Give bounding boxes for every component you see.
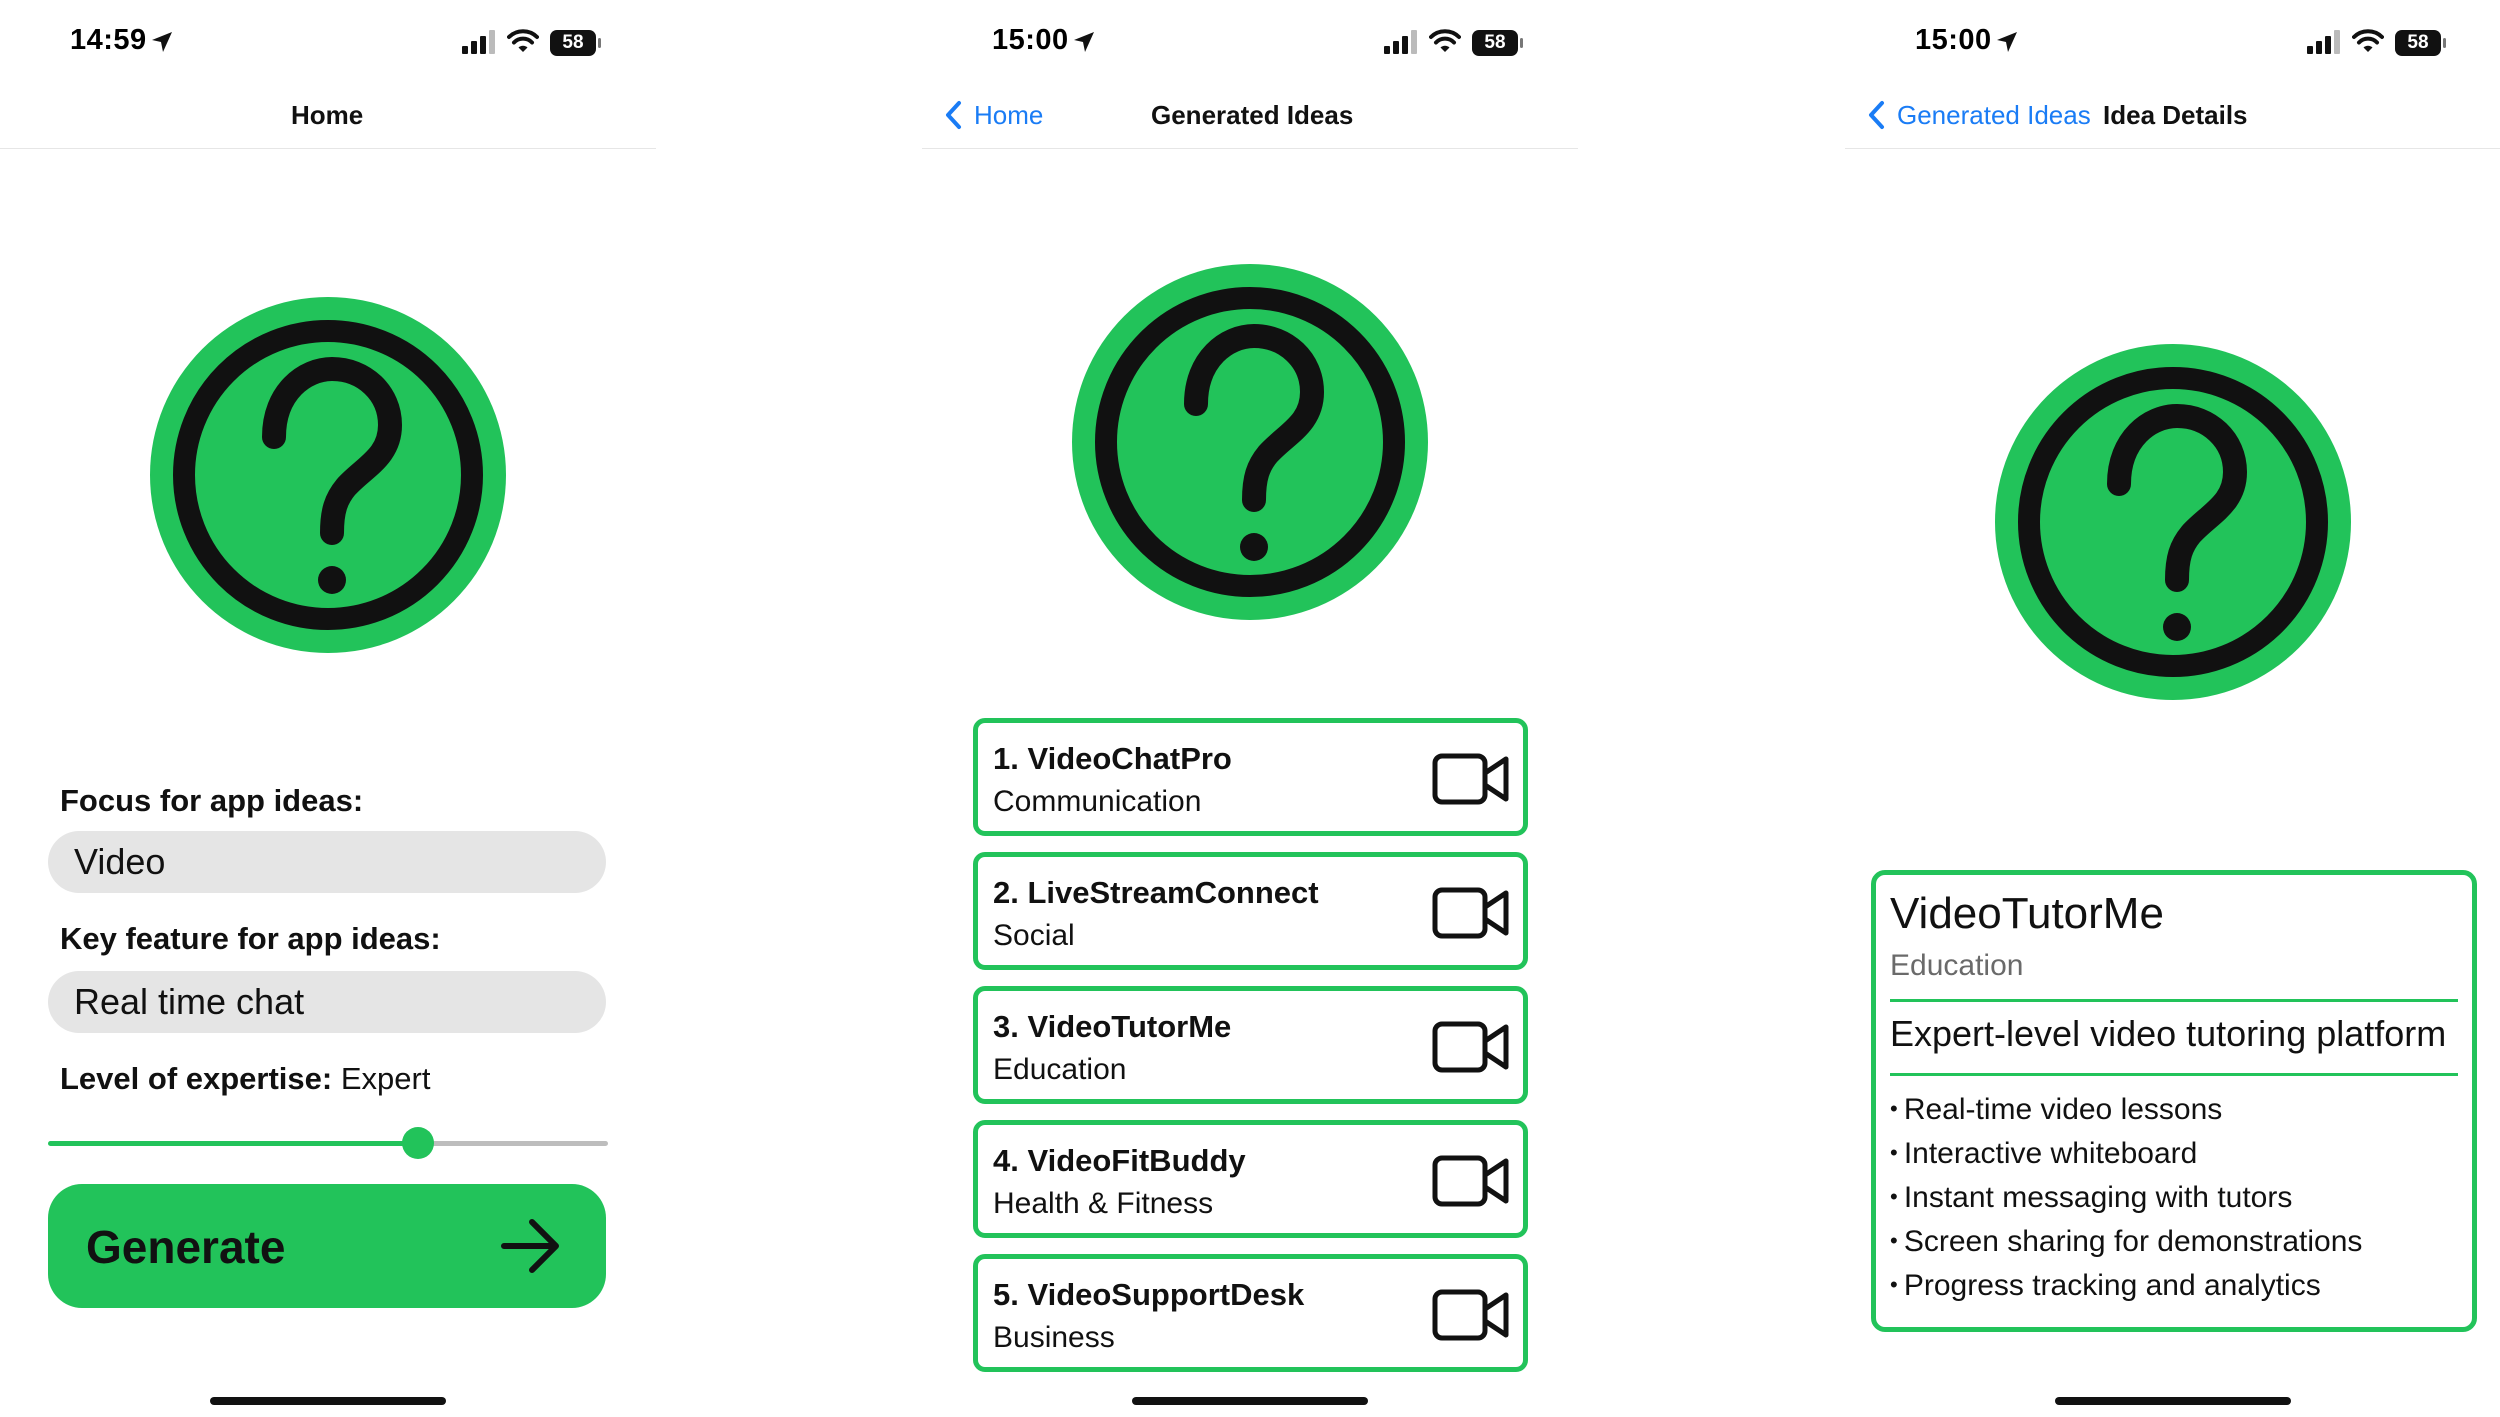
video-camera-icon — [1432, 1155, 1509, 1207]
idea-card-1[interactable]: 1. VideoChatPro Communication — [973, 718, 1528, 836]
focus-label: Focus for app ideas: — [60, 783, 364, 818]
navigation-bar: Generated Ideas Idea Details — [1845, 90, 2500, 149]
battery-tip — [2443, 38, 2446, 48]
feature-item: Instant messaging with tutors — [1890, 1175, 2362, 1219]
focus-input[interactable] — [48, 831, 606, 893]
idea-card-5[interactable]: 5. VideoSupportDesk Business — [973, 1254, 1528, 1372]
idea-title: 5. VideoSupportDesk — [993, 1277, 1305, 1312]
cellular-signal-icon — [2307, 30, 2340, 54]
idea-category: Education — [993, 1053, 1127, 1086]
battery-tip — [1520, 38, 1523, 48]
wifi-icon — [2352, 29, 2384, 52]
battery-indicator: 58 — [2395, 30, 2441, 56]
key-feature-label: Key feature for app ideas: — [60, 921, 441, 956]
divider — [1890, 999, 2458, 1002]
divider — [1890, 1073, 2458, 1076]
feature-item: Progress tracking and analytics — [1890, 1263, 2362, 1307]
feature-list: Real-time video lessons Interactive whit… — [1890, 1087, 2363, 1307]
back-button[interactable]: Generated Ideas — [1897, 100, 2091, 131]
expertise-slider[interactable] — [48, 1126, 608, 1160]
idea-category: Education — [1890, 949, 2024, 982]
question-circle-icon — [1995, 344, 2351, 700]
slider-track-remaining — [418, 1141, 608, 1146]
navigation-bar: Home Generated Ideas — [922, 90, 1578, 149]
idea-title: 4. VideoFitBuddy — [993, 1143, 1246, 1178]
status-bar: 15:00 58 — [922, 0, 1578, 90]
nav-title: Generated Ideas — [1151, 100, 1354, 130]
expertise-value: Expert — [340, 1061, 431, 1096]
wifi-icon — [1429, 29, 1461, 52]
home-indicator[interactable] — [2055, 1397, 2291, 1405]
location-arrow-icon — [1074, 32, 1094, 52]
nav-title: Home — [291, 100, 364, 130]
idea-name: VideoTutorMe — [1890, 889, 2164, 938]
location-arrow-icon — [1997, 32, 2017, 52]
status-time: 15:00 — [992, 24, 1069, 56]
idea-card-2[interactable]: 2. LiveStreamConnect Social — [973, 852, 1528, 970]
expertise-label: Level of expertise: Expert — [60, 1061, 430, 1097]
idea-card-4[interactable]: 4. VideoFitBuddy Health & Fitness — [973, 1120, 1528, 1238]
feature-item: Screen sharing for demonstrations — [1890, 1219, 2363, 1263]
idea-detail-card: VideoTutorMe Education Expert-level vide… — [1871, 870, 2477, 1332]
home-indicator[interactable] — [210, 1397, 446, 1405]
generated-ideas-screen: 15:00 58 Home Generated Ideas 1. VideoCh… — [922, 0, 1578, 1417]
idea-title: 1. VideoChatPro — [993, 741, 1232, 776]
chevron-left-icon[interactable] — [1867, 100, 1885, 130]
back-button[interactable]: Home — [974, 100, 1043, 131]
battery-indicator: 58 — [1472, 30, 1518, 56]
video-camera-icon — [1432, 753, 1509, 805]
idea-title: 3. VideoTutorMe — [993, 1009, 1232, 1044]
idea-details-screen: 15:00 58 Generated Ideas Idea Details Vi… — [1845, 0, 2500, 1417]
idea-tagline: Expert-level video tutoring platform — [1890, 1013, 2447, 1054]
video-camera-icon — [1432, 1289, 1509, 1341]
home-indicator[interactable] — [1132, 1397, 1368, 1405]
navigation-bar: Home — [0, 90, 656, 149]
question-circle-icon — [1072, 264, 1428, 620]
video-camera-icon — [1432, 887, 1509, 939]
idea-category: Social — [993, 919, 1075, 952]
battery-indicator: 58 — [550, 30, 596, 56]
slider-thumb[interactable] — [402, 1127, 434, 1159]
expertise-label-text: Level of expertise: — [60, 1061, 333, 1096]
home-screen: 14:59 58 Home Focus for app ideas: Key f… — [0, 0, 656, 1417]
cellular-signal-icon — [462, 30, 495, 54]
arrow-right-icon — [501, 1219, 559, 1273]
feature-item: Real-time video lessons — [1890, 1087, 2362, 1131]
nav-title: Idea Details — [2103, 100, 2248, 130]
location-arrow-icon — [152, 32, 172, 52]
idea-card-3[interactable]: 3. VideoTutorMe Education — [973, 986, 1528, 1104]
wifi-icon — [507, 29, 539, 52]
generate-label: Generate — [86, 1221, 286, 1273]
idea-category: Business — [993, 1321, 1115, 1354]
idea-category: Health & Fitness — [993, 1187, 1214, 1220]
status-bar: 14:59 58 — [0, 0, 656, 90]
video-camera-icon — [1432, 1021, 1509, 1073]
question-circle-icon — [150, 297, 506, 653]
cellular-signal-icon — [1384, 30, 1417, 54]
status-time: 14:59 — [70, 24, 147, 56]
idea-category: Communication — [993, 785, 1202, 818]
generate-button[interactable]: Generate — [48, 1184, 606, 1308]
idea-title: 2. LiveStreamConnect — [993, 875, 1319, 910]
status-bar: 15:00 58 — [1845, 0, 2500, 90]
battery-tip — [598, 38, 601, 48]
feature-item: Interactive whiteboard — [1890, 1131, 2362, 1175]
chevron-left-icon[interactable] — [944, 100, 962, 130]
slider-track-filled — [48, 1141, 418, 1146]
key-feature-input[interactable] — [48, 971, 606, 1033]
status-time: 15:00 — [1915, 24, 1992, 56]
